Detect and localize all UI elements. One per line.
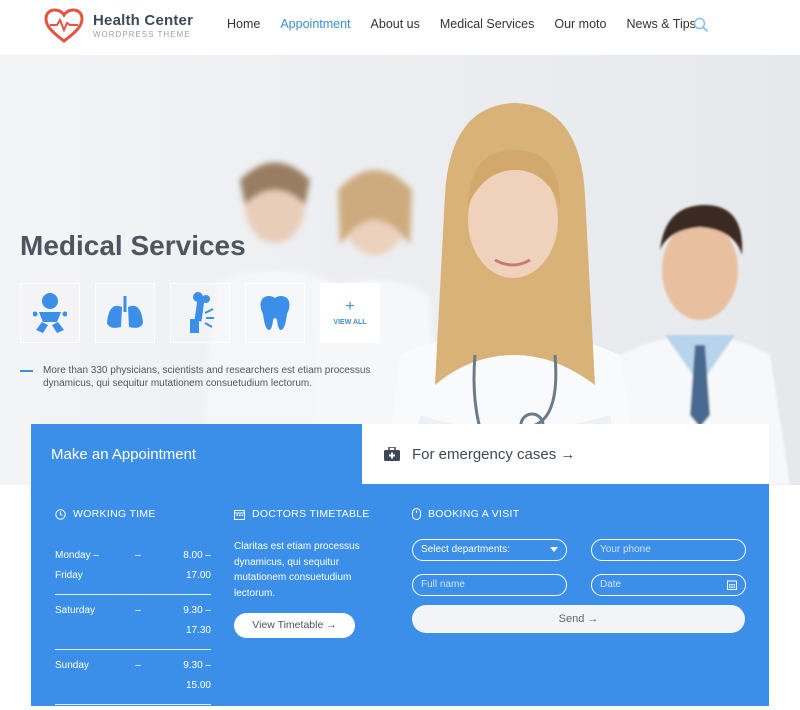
tab-emergency[interactable]: For emergency cases →: [362, 424, 769, 484]
time-cell: 9.30 – 15.00: [183, 660, 211, 691]
send-button[interactable]: Send →: [412, 605, 745, 633]
working-time-label: WORKING TIME: [73, 508, 156, 520]
view-all-label: VIEW ALL: [333, 319, 367, 326]
service-pulmonology[interactable]: [95, 283, 155, 343]
plus-icon: +: [345, 298, 355, 315]
working-time-table: Monday – Friday – 8.00 – 17.00 Saturday …: [55, 540, 211, 705]
timetable-label: DOCTORS TIMETABLE: [252, 508, 370, 520]
tab-make-appointment[interactable]: Make an Appointment: [31, 424, 362, 484]
table-row: Monday – Friday – 8.00 – 17.00: [55, 540, 211, 595]
tooth-icon: [260, 296, 290, 330]
view-all-services-button[interactable]: + VIEW ALL: [320, 283, 380, 343]
clock-icon: [55, 508, 66, 520]
department-select-value: Select departments:: [421, 544, 510, 555]
service-orthopedics[interactable]: [170, 283, 230, 343]
site-header: Health Center WORDPRESS THEME Home Appoi…: [0, 0, 800, 55]
table-row: Sunday – 9.30 – 15.00: [55, 650, 211, 705]
booking-heading: BOOKING A VISIT: [412, 508, 519, 520]
dash-cell: –: [135, 605, 141, 616]
hero-description: More than 330 physicians, scientists and…: [20, 364, 380, 390]
appointment-panel: WORKING TIME Monday – Friday – 8.00 – 17…: [31, 484, 769, 706]
dash-cell: –: [135, 660, 141, 671]
department-select[interactable]: Select departments:: [412, 539, 567, 561]
bone-icon: [190, 292, 214, 333]
brand-title: Health Center: [93, 12, 194, 29]
booking-label: BOOKING A VISIT: [428, 508, 520, 520]
phone-field[interactable]: Your phone: [591, 539, 746, 561]
table-row: Saturday – 9.30 – 17.30: [55, 595, 211, 650]
dash-cell: –: [135, 550, 141, 561]
working-time-heading: WORKING TIME: [55, 508, 156, 520]
heart-logo-icon[interactable]: [44, 8, 84, 44]
medical-kit-icon: [384, 447, 400, 461]
doctors-photo: [200, 103, 790, 485]
time-cell: 9.30 – 17.30: [183, 605, 211, 636]
nav-our-moto[interactable]: Our moto: [554, 17, 606, 31]
nav-appointment[interactable]: Appointment: [280, 17, 350, 31]
accent-dash: [20, 370, 33, 372]
date-placeholder: Date: [600, 579, 622, 590]
main-nav: Home Appointment About us Medical Servic…: [227, 17, 716, 31]
service-icons: + VIEW ALL: [20, 283, 380, 343]
lungs-icon: [107, 296, 143, 328]
day-cell: Saturday: [55, 605, 96, 616]
calendar-picker-icon[interactable]: [727, 580, 737, 590]
mouse-icon: [412, 508, 421, 520]
baby-icon: [33, 293, 67, 333]
time-cell: 8.00 – 17.00: [183, 550, 211, 581]
hero-description-text: More than 330 physicians, scientists and…: [43, 365, 371, 389]
hero-title: Medical Services: [20, 230, 246, 261]
date-field[interactable]: Date: [591, 574, 746, 596]
timetable-heading: DOCTORS TIMETABLE: [234, 508, 370, 520]
hero-banner: Medical Services + VIEW ALL More than 33…: [0, 55, 800, 485]
day-cell: Sunday: [55, 660, 89, 671]
nav-home[interactable]: Home: [227, 17, 260, 31]
service-pediatrics[interactable]: [20, 283, 80, 343]
nav-news-tips[interactable]: News & Tips: [626, 17, 695, 31]
chevron-down-icon: [550, 547, 558, 552]
nav-medical-services[interactable]: Medical Services: [440, 17, 534, 31]
full-name-field[interactable]: Full name: [412, 574, 567, 596]
brand[interactable]: Health Center WORDPRESS THEME: [93, 12, 193, 39]
day-cell: Monday – Friday: [55, 550, 99, 581]
calendar-icon: [234, 509, 245, 520]
search-icon[interactable]: [693, 17, 709, 33]
emergency-label: For emergency cases →: [412, 445, 576, 463]
service-dentistry[interactable]: [245, 283, 305, 343]
timetable-text: Claritas est etiam processus dynamicus, …: [234, 541, 360, 599]
nav-about-us[interactable]: About us: [371, 17, 420, 31]
brand-subtitle: WORDPRESS THEME: [93, 30, 191, 39]
view-timetable-button[interactable]: View Timetable →: [234, 613, 355, 638]
